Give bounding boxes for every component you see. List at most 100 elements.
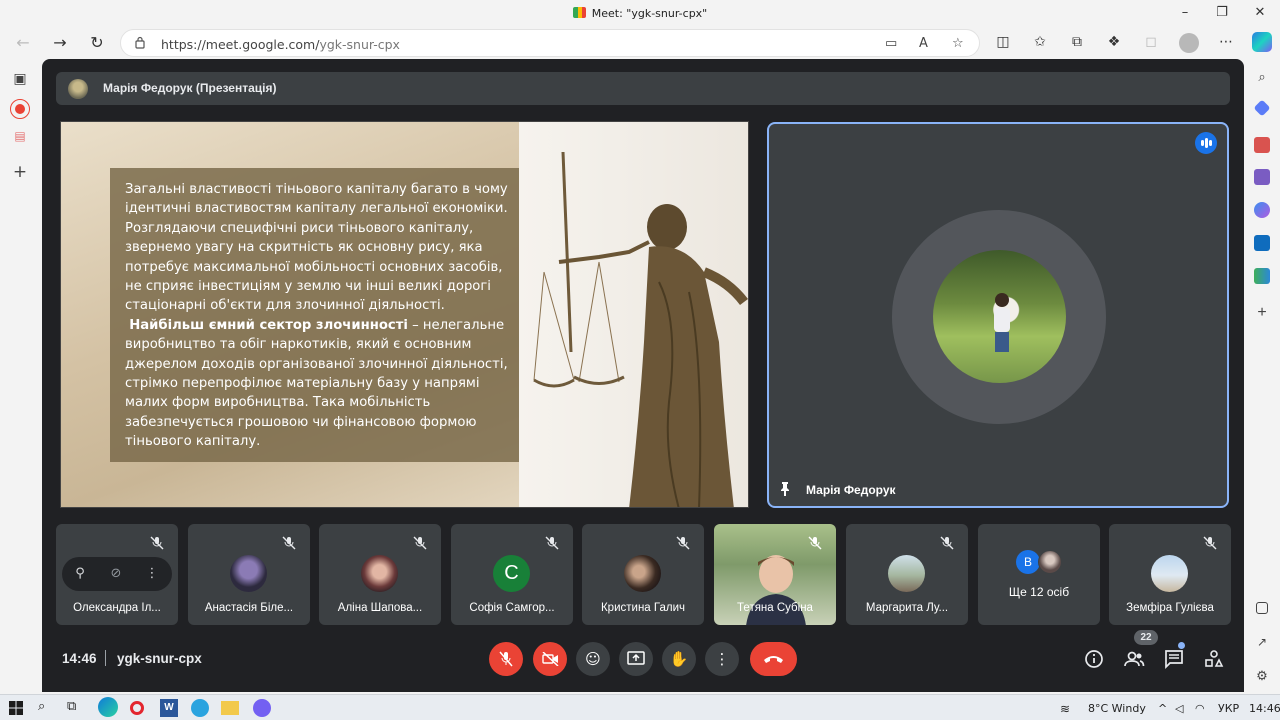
sidebar-shopping-icon[interactable] xyxy=(1253,99,1271,117)
emoji-icon: ☺ xyxy=(585,650,601,668)
leave-call-button[interactable] xyxy=(750,642,797,676)
edge-taskbar-icon[interactable] xyxy=(98,697,118,717)
activities-icon[interactable] xyxy=(1203,648,1225,670)
sidebar-tools-icon[interactable] xyxy=(1254,137,1270,153)
more-options-button[interactable]: ⋮ xyxy=(705,642,739,676)
mute-icon[interactable]: ⊘ xyxy=(108,566,124,582)
window-title: Meet: "ygk-snur-cpx" xyxy=(0,7,1280,20)
back-icon[interactable]: ← xyxy=(12,32,34,54)
browser-essentials-icon[interactable]: ◻ xyxy=(1141,34,1161,54)
tile-hover-controls: ⚲ ⊘ ⋮ xyxy=(62,557,172,591)
more-options-icon[interactable]: ⋮ xyxy=(144,566,160,582)
presentation-slide[interactable]: Загальні властивості тіньового капіталу … xyxy=(60,121,749,508)
weather-text[interactable]: 8°C Windy xyxy=(1088,702,1146,715)
sidebar-search-icon[interactable]: ⌕ xyxy=(1254,69,1270,85)
tab-pdf-icon[interactable]: ▤ xyxy=(11,129,29,147)
viber-taskbar-icon[interactable] xyxy=(253,699,271,717)
read-aloud-icon[interactable]: A xyxy=(919,36,928,51)
microphone-toggle-button[interactable] xyxy=(489,642,523,676)
new-tab-icon[interactable]: + xyxy=(11,162,29,182)
participant-tile[interactable]: Кристина Галич xyxy=(582,524,704,625)
volume-icon[interactable]: ◁ xyxy=(1175,702,1183,715)
maximize-icon[interactable]: ❐ xyxy=(1212,5,1232,20)
word-taskbar-icon[interactable]: W xyxy=(160,699,178,717)
participant-name: Земфіра Гулієва xyxy=(1126,602,1214,614)
tab-actions-icon[interactable]: ▣ xyxy=(11,71,29,89)
mic-off-icon xyxy=(282,536,296,550)
profile-avatar[interactable] xyxy=(1179,33,1199,53)
sidebar-m365-icon[interactable] xyxy=(1254,202,1270,218)
sidebar-external-icon[interactable]: ↗ xyxy=(1254,635,1270,651)
sidebar-games-icon[interactable] xyxy=(1254,169,1270,185)
raise-hand-button[interactable]: ✋ xyxy=(662,642,696,676)
more-participants-tile[interactable]: В Ще 12 осіб xyxy=(978,524,1100,625)
system-clock[interactable]: 14:46 xyxy=(1249,702,1280,715)
meeting-details-icon[interactable] xyxy=(1083,648,1105,670)
language-indicator[interactable]: УКР xyxy=(1218,702,1239,715)
participant-tile[interactable]: Анастасія Біле... xyxy=(188,524,310,625)
tab-meet-recording-icon[interactable] xyxy=(10,99,30,119)
participant-tile[interactable]: Маргарита Лу... xyxy=(846,524,968,625)
chevron-up-icon[interactable]: ^ xyxy=(1158,702,1167,715)
participant-video-tile[interactable]: Тетяна Субіна xyxy=(714,524,836,625)
wifi-icon[interactable]: ◠ xyxy=(1195,702,1205,715)
url-host: https://meet.google.com/ xyxy=(161,37,320,52)
opera-taskbar-icon[interactable] xyxy=(130,701,144,715)
file-explorer-taskbar-icon[interactable] xyxy=(221,701,239,715)
chat-icon[interactable] xyxy=(1163,648,1185,670)
address-bar[interactable]: https://meet.google.com/ygk-snur-cpx ▭ A… xyxy=(120,29,980,57)
forward-icon[interactable]: → xyxy=(49,32,71,54)
collections-icon[interactable]: ⧉ xyxy=(1067,34,1087,54)
slide-bold-phrase: Найбільш ємний сектор злочинності xyxy=(129,317,408,333)
pin-icon[interactable]: ⚲ xyxy=(72,566,88,582)
participant-tile[interactable]: С Софія Самгор... xyxy=(451,524,573,625)
more-menu-icon[interactable]: ⋯ xyxy=(1216,34,1236,54)
favorites-icon[interactable]: ✩ xyxy=(1030,34,1050,54)
speaker-name: Марія Федорук xyxy=(806,483,896,497)
split-screen-icon[interactable]: ◫ xyxy=(993,34,1013,54)
participant-tile[interactable]: Аліна Шапова... xyxy=(319,524,441,625)
meet-stage: Марія Федорук (Презентація) Загальні вла… xyxy=(42,59,1244,692)
minimize-icon[interactable]: – xyxy=(1175,5,1195,20)
telegram-taskbar-icon[interactable] xyxy=(191,699,209,717)
avatar xyxy=(1038,550,1062,574)
sidebar-layout-icon[interactable] xyxy=(1256,602,1268,614)
avatar: С xyxy=(493,555,530,592)
presentation-title: Марія Федорук (Презентація) xyxy=(103,81,277,95)
participant-name: Софія Самгор... xyxy=(469,602,555,614)
hand-icon: ✋ xyxy=(669,650,689,668)
copilot-icon[interactable] xyxy=(1252,32,1272,52)
speaker-tile[interactable]: Марія Федорук xyxy=(767,122,1229,508)
close-icon[interactable]: ✕ xyxy=(1250,5,1270,20)
sidebar-drop-icon[interactable] xyxy=(1254,268,1270,284)
speaker-avatar xyxy=(933,250,1066,383)
present-now-button[interactable] xyxy=(619,642,653,676)
camera-toggle-button[interactable] xyxy=(533,642,567,676)
refresh-icon[interactable]: ↻ xyxy=(86,32,108,54)
url-path: ygk-snur-cpx xyxy=(319,37,400,52)
extensions-icon[interactable]: ❖ xyxy=(1104,34,1124,54)
hang-up-icon xyxy=(764,656,783,663)
sidebar-outlook-icon[interactable] xyxy=(1254,235,1270,251)
participant-name: Маргарита Лу... xyxy=(865,602,949,614)
windows-start-icon[interactable] xyxy=(7,699,25,717)
camera-icon[interactable]: ▭ xyxy=(885,36,897,51)
camera-off-icon xyxy=(542,652,559,666)
meeting-clock: 14:46 xyxy=(62,651,97,666)
avatar xyxy=(1151,555,1188,592)
mic-off-icon xyxy=(499,651,513,667)
mic-off-icon xyxy=(940,536,954,550)
vertical-tab-strip: ▣ ▤ + xyxy=(0,59,42,694)
browser-toolbar: ← → ↻ https://meet.google.com/ygk-snur-c… xyxy=(0,27,1280,59)
favorite-star-icon[interactable]: ☆ xyxy=(952,36,964,51)
search-icon[interactable]: ⌕ xyxy=(38,699,56,717)
reactions-button[interactable]: ☺ xyxy=(576,642,610,676)
pin-icon[interactable] xyxy=(779,482,791,496)
edge-sidebar: ⌕ + ↗ ⚙ xyxy=(1244,59,1280,694)
people-icon[interactable] xyxy=(1123,648,1145,670)
task-view-icon[interactable]: ⧉ xyxy=(67,699,85,717)
sidebar-settings-icon[interactable]: ⚙ xyxy=(1254,668,1270,684)
participant-tile[interactable]: ⚲ ⊘ ⋮ Олександра Іл... xyxy=(56,524,178,625)
sidebar-add-icon[interactable]: + xyxy=(1254,305,1270,321)
participant-tile[interactable]: Земфіра Гулієва xyxy=(1109,524,1231,625)
